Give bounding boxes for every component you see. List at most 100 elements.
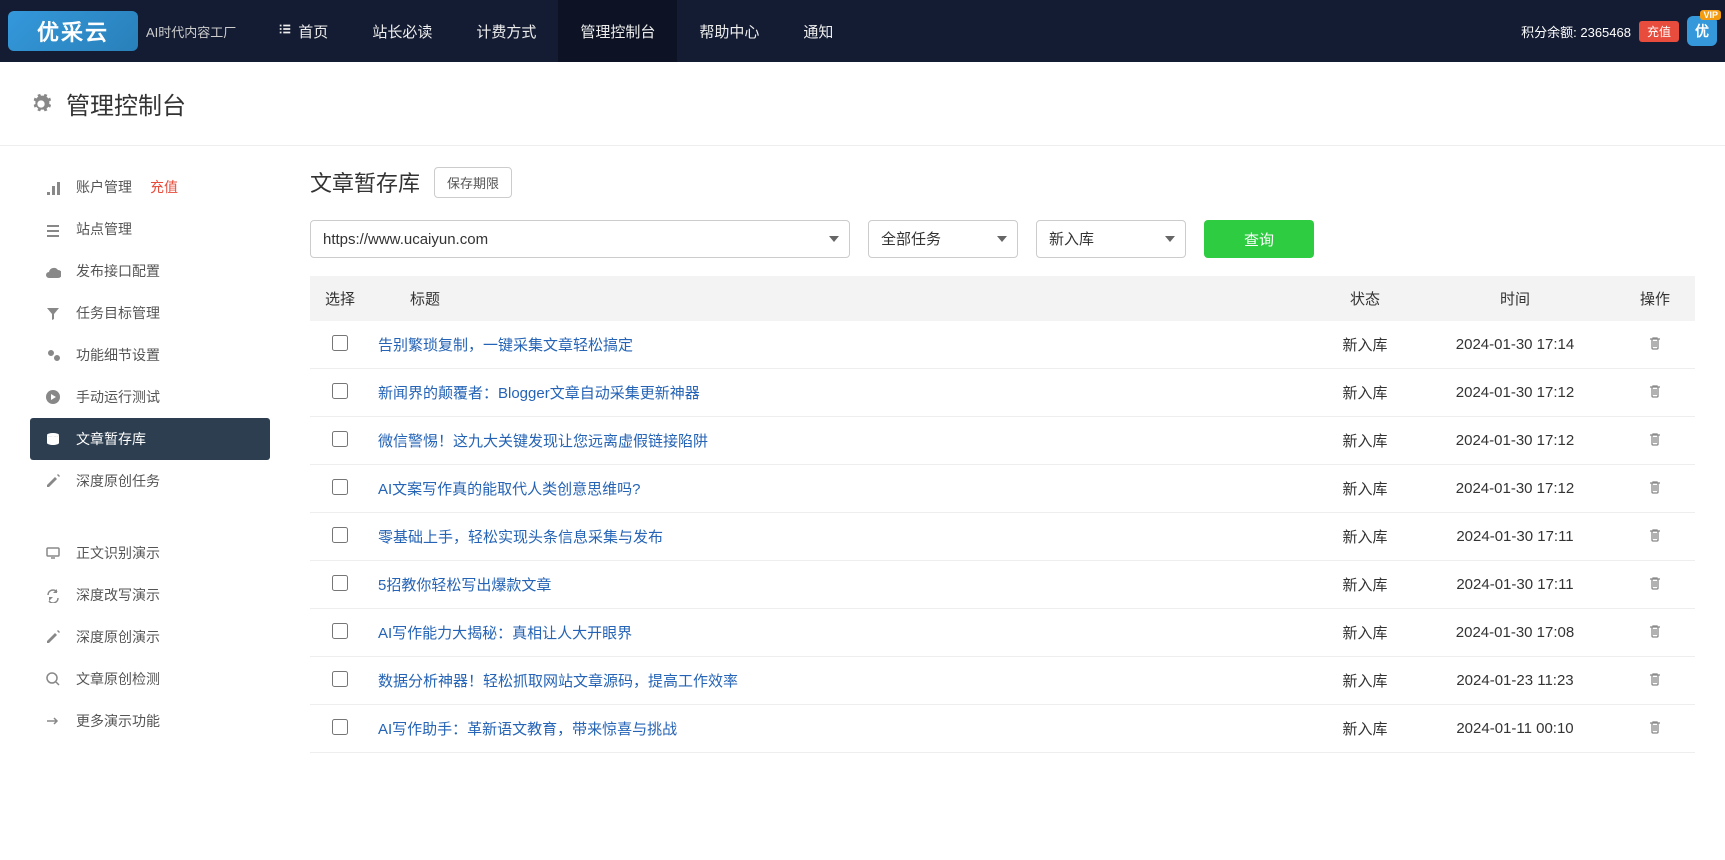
trash-icon[interactable] xyxy=(1647,671,1663,687)
site-select[interactable]: https://www.ucaiyun.com xyxy=(310,220,850,258)
sidebar-item-label: 深度改写演示 xyxy=(76,585,160,605)
row-time: 2024-01-11 00:10 xyxy=(1415,705,1615,753)
status-select[interactable]: 新入库 xyxy=(1036,220,1186,258)
table-row: 新闻界的颠覆者：Blogger文章自动采集更新神器新入库2024-01-30 1… xyxy=(310,369,1695,417)
sidebar-item-13[interactable]: 更多演示功能 xyxy=(30,700,270,742)
sidebar-item-3[interactable]: 任务目标管理 xyxy=(30,292,270,334)
row-time: 2024-01-30 17:12 xyxy=(1415,369,1615,417)
sliders-icon xyxy=(44,221,62,237)
sidebar-item-label: 任务目标管理 xyxy=(76,303,160,323)
sidebar-badge: 充值 xyxy=(150,177,178,197)
nav-item-2[interactable]: 计费方式 xyxy=(454,0,558,62)
sidebar-item-10[interactable]: 深度改写演示 xyxy=(30,574,270,616)
article-link[interactable]: 5招教你轻松写出爆款文章 xyxy=(378,577,551,594)
article-link[interactable]: 数据分析神器！轻松抓取网站文章源码，提高工作效率 xyxy=(378,673,738,690)
article-link[interactable]: 零基础上手，轻松实现头条信息采集与发布 xyxy=(378,529,663,546)
cogs-icon xyxy=(44,347,62,363)
row-checkbox[interactable] xyxy=(332,719,348,735)
row-time: 2024-01-30 17:12 xyxy=(1415,417,1615,465)
task-select[interactable]: 全部任务 xyxy=(868,220,1018,258)
retention-button[interactable]: 保存期限 xyxy=(434,167,512,198)
row-checkbox[interactable] xyxy=(332,527,348,543)
trash-icon[interactable] xyxy=(1647,719,1663,735)
article-link[interactable]: AI写作助手：革新语文教育，带来惊喜与挑战 xyxy=(378,721,677,738)
article-link[interactable]: 告别繁琐复制，一键采集文章轻松搞定 xyxy=(378,337,633,354)
vip-avatar[interactable]: 优 VIP xyxy=(1687,16,1717,46)
edit-icon xyxy=(44,473,62,489)
sidebar-item-2[interactable]: 发布接口配置 xyxy=(30,250,270,292)
row-checkbox[interactable] xyxy=(332,335,348,351)
sidebar-item-4[interactable]: 功能细节设置 xyxy=(30,334,270,376)
brand[interactable]: 优采云 AI时代内容工厂 xyxy=(8,11,236,51)
filter-icon xyxy=(44,305,62,321)
sidebar-item-1[interactable]: 站点管理 xyxy=(30,208,270,250)
row-checkbox[interactable] xyxy=(332,479,348,495)
row-status: 新入库 xyxy=(1315,513,1415,561)
trash-icon[interactable] xyxy=(1647,575,1663,591)
trash-icon[interactable] xyxy=(1647,335,1663,351)
row-checkbox[interactable] xyxy=(332,623,348,639)
article-link[interactable]: AI文案写作真的能取代人类创意思维吗? xyxy=(378,481,641,498)
row-checkbox[interactable] xyxy=(332,575,348,591)
sidebar-item-11[interactable]: 深度原创演示 xyxy=(30,616,270,658)
sidebar-item-7[interactable]: 深度原创任务 xyxy=(30,460,270,502)
row-status: 新入库 xyxy=(1315,705,1415,753)
table-row: AI写作助手：革新语文教育，带来惊喜与挑战 新入库2024-01-11 00:10 xyxy=(310,705,1695,753)
recharge-button[interactable]: 充值 xyxy=(1639,21,1679,42)
row-time: 2024-01-30 17:14 xyxy=(1415,321,1615,369)
trash-icon[interactable] xyxy=(1647,431,1663,447)
sidebar-item-label: 文章原创检测 xyxy=(76,669,160,689)
row-time: 2024-01-30 17:11 xyxy=(1415,513,1615,561)
row-status: 新入库 xyxy=(1315,465,1415,513)
sidebar-item-label: 站点管理 xyxy=(76,219,132,239)
query-button[interactable]: 查询 xyxy=(1204,220,1314,258)
row-status: 新入库 xyxy=(1315,609,1415,657)
nav-item-0[interactable]: 首页 xyxy=(256,0,350,62)
table-row: 5招教你轻松写出爆款文章 新入库2024-01-30 17:11 xyxy=(310,561,1695,609)
article-link[interactable]: AI写作能力大揭秘：真相让人大开眼界 xyxy=(378,625,632,642)
row-checkbox[interactable] xyxy=(332,431,348,447)
sidebar-item-9[interactable]: 正文识别演示 xyxy=(30,532,270,574)
nav-label: 计费方式 xyxy=(476,21,536,42)
nav-item-4[interactable]: 帮助中心 xyxy=(677,0,781,62)
row-time: 2024-01-30 17:08 xyxy=(1415,609,1615,657)
nav-label: 首页 xyxy=(298,21,328,42)
table-row: 零基础上手，轻松实现头条信息采集与发布 新入库2024-01-30 17:11 xyxy=(310,513,1695,561)
row-checkbox[interactable] xyxy=(332,671,348,687)
vip-badge: VIP xyxy=(1700,10,1721,20)
table-row: 告别繁琐复制，一键采集文章轻松搞定 新入库2024-01-30 17:14 xyxy=(310,321,1695,369)
play-icon xyxy=(44,389,62,405)
nav-item-3[interactable]: 管理控制台 xyxy=(558,0,677,62)
row-checkbox[interactable] xyxy=(332,383,348,399)
row-time: 2024-01-30 17:11 xyxy=(1415,561,1615,609)
nav-item-1[interactable]: 站长必读 xyxy=(350,0,454,62)
col-select: 选择 xyxy=(310,276,370,321)
points-balance: 积分余额: 2365468 xyxy=(1521,22,1631,41)
trash-icon[interactable] xyxy=(1647,623,1663,639)
nav-label: 管理控制台 xyxy=(580,21,655,42)
page-header: 管理控制台 xyxy=(0,62,1725,146)
bars-icon xyxy=(44,179,62,195)
vip-avatar-text: 优 xyxy=(1695,21,1709,41)
trash-icon[interactable] xyxy=(1647,527,1663,543)
sidebar-item-6[interactable]: 文章暂存库 xyxy=(30,418,270,460)
sidebar-item-label: 深度原创任务 xyxy=(76,471,160,491)
row-status: 新入库 xyxy=(1315,417,1415,465)
trash-icon[interactable] xyxy=(1647,383,1663,399)
nav-label: 通知 xyxy=(803,21,833,42)
sidebar-item-5[interactable]: 手动运行测试 xyxy=(30,376,270,418)
trash-icon[interactable] xyxy=(1647,479,1663,495)
sidebar-item-0[interactable]: 账户管理充值 xyxy=(30,166,270,208)
article-link[interactable]: 微信警惕！这九大关键发现让您远离虚假链接陷阱 xyxy=(378,433,708,450)
sidebar-item-label: 更多演示功能 xyxy=(76,711,160,731)
row-status: 新入库 xyxy=(1315,321,1415,369)
logo-icon: 优采云 xyxy=(8,11,138,51)
sidebar-item-label: 深度原创演示 xyxy=(76,627,160,647)
list-icon xyxy=(278,22,292,40)
article-link[interactable]: 新闻界的颠覆者：Blogger文章自动采集更新神器 xyxy=(378,385,700,402)
db-icon xyxy=(44,431,62,447)
sidebar-item-12[interactable]: 文章原创检测 xyxy=(30,658,270,700)
row-status: 新入库 xyxy=(1315,561,1415,609)
nav-item-5[interactable]: 通知 xyxy=(781,0,855,62)
topbar-right: 积分余额: 2365468 充值 优 VIP xyxy=(1521,16,1717,46)
